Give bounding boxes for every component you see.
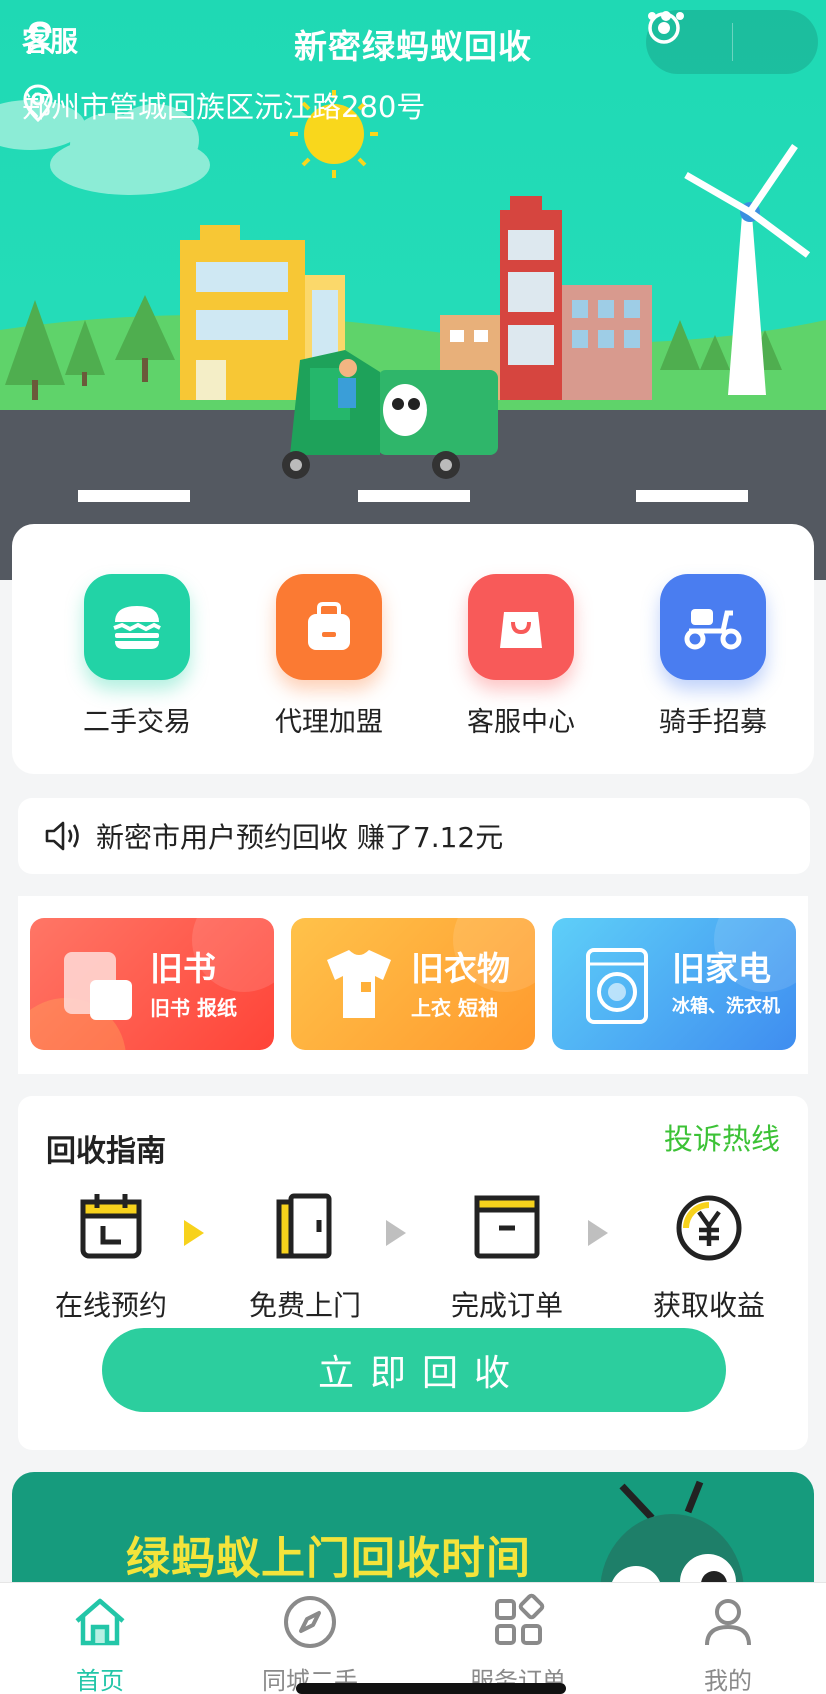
tab-label: 首页 [76,1667,124,1694]
tab-service-orders[interactable]: 服务订单 [448,1593,588,1694]
tab-mine[interactable]: 我的 [658,1593,798,1694]
step-earn-income: 获取收益 [624,1188,794,1324]
category-label: 代理加盟 [275,707,383,738]
scooter-icon [660,574,766,680]
step-label: 完成订单 [450,1289,563,1322]
tab-label: 我的 [704,1667,752,1694]
shopping-bag-icon [468,574,574,680]
recycle-type-section: 旧书 旧书 报纸 旧衣物 上衣 短袖 旧家电 冰箱、洗衣机 [18,896,808,1074]
calendar-icon [80,1194,142,1259]
tile-old-clothes[interactable]: 旧衣物 上衣 短袖 [291,918,535,1050]
category-agency[interactable]: 代理加盟 [244,574,414,739]
category-second-hand[interactable]: 二手交易 [52,574,222,739]
person-icon [705,1599,751,1646]
home-icon [75,1598,125,1646]
step-arrow-icon [588,1220,608,1246]
tile-old-books[interactable]: 旧书 旧书 报纸 [30,918,274,1050]
tab-home[interactable]: 首页 [30,1593,170,1694]
tile-old-appliances[interactable]: 旧家电 冰箱、洗衣机 [552,918,796,1050]
tab-local-second-hand[interactable]: 同城二手 [240,1593,380,1694]
guide-title: 回收指南 [46,1134,166,1169]
step-label: 获取收益 [652,1289,765,1322]
box-icon [474,1195,540,1259]
burger-icon [84,574,190,680]
category-label: 骑手招募 [659,707,767,738]
notice-bar[interactable]: 新密市用户预约回收 赚了7.12元 [18,798,810,874]
door-icon [276,1193,332,1259]
close-program-button[interactable] [648,10,819,74]
category-card: 二手交易 代理加盟 客服中心 骑手招募 [12,524,814,774]
location-address[interactable]: 郑州市管城回族区沅江路280号 [22,84,425,126]
tile-subtitle: 旧书 报纸 [150,996,237,1020]
step-complete-order: 完成订单 [422,1188,592,1324]
step-online-booking: 在线预约 [26,1188,196,1324]
mini-program-capsule [646,10,818,74]
category-service-center[interactable]: 客服中心 [436,574,606,739]
grid-icon [495,1593,545,1645]
top-bar: 客服 新密绿蚂蚁回收 [0,0,826,88]
speaker-icon [45,821,79,851]
notice-text: 新密市用户预约回收 赚了7.12元 [96,821,504,854]
step-label: 免费上门 [248,1289,361,1322]
yen-coin-icon [676,1195,742,1261]
hero-banner: 客服 新密绿蚂蚁回收 郑州市管城回族区沅江路280号 [0,0,826,580]
target-close-icon [648,12,680,44]
tile-title: 旧家电 [672,949,771,988]
address-text: 郑州市管城回族区沅江路280号 [22,90,426,124]
recycle-now-button[interactable]: 立即回收 [102,1328,726,1412]
compass-icon [284,1596,336,1648]
tile-title: 旧衣物 [411,949,510,988]
bottom-tab-bar: 首页 同城二手 服务订单 我的 [0,1582,826,1694]
step-label: 在线预约 [54,1289,167,1322]
complaint-hotline-link[interactable]: 投诉热线 [664,1116,780,1158]
recycle-guide-card: 回收指南 投诉热线 在线预约 免费上门 完成订单 获取收益 立即回收 [18,1096,808,1450]
category-label: 二手交易 [83,707,191,738]
step-free-pickup: 免费上门 [220,1188,390,1324]
home-indicator [296,1683,566,1694]
tile-subtitle: 上衣 短袖 [411,996,498,1020]
category-label: 客服中心 [467,707,575,738]
location-pin-icon [23,84,53,122]
step-arrow-icon [386,1220,406,1246]
page: 客服 新密绿蚂蚁回收 郑州市管城回族区沅江路280号 二手交易 代理加盟 客服中… [0,0,826,1694]
category-rider-recruit[interactable]: 骑手招募 [628,574,798,739]
tile-title: 旧书 [150,949,216,988]
tile-subtitle: 冰箱、洗衣机 [672,996,780,1017]
bag-icon [276,574,382,680]
step-arrow-icon [184,1220,204,1246]
banner-title: 绿蚂蚁上门回收时间 [126,1533,531,1584]
